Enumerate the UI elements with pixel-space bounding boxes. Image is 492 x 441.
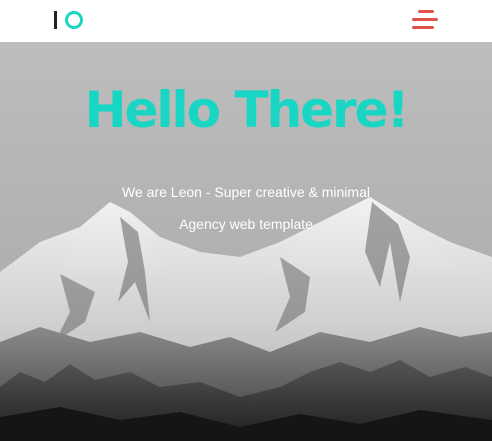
- hero-subtitle-line-2: Agency web template: [179, 216, 313, 232]
- hero-title: Hello There!: [84, 81, 410, 139]
- hamburger-menu-icon[interactable]: [412, 9, 440, 31]
- logo-bar: [54, 11, 57, 29]
- hero-subtitle-line-1: We are Leon - Super creative & minimal: [122, 184, 370, 200]
- menu-line-top: [418, 10, 434, 13]
- site-header: [0, 0, 492, 42]
- menu-line-bottom: [412, 26, 434, 29]
- hero-section: Hello There! We are Leon - Super creativ…: [0, 42, 492, 441]
- menu-line-middle: [412, 18, 438, 21]
- io-logo-icon[interactable]: [53, 10, 87, 30]
- logo-ring: [65, 11, 83, 29]
